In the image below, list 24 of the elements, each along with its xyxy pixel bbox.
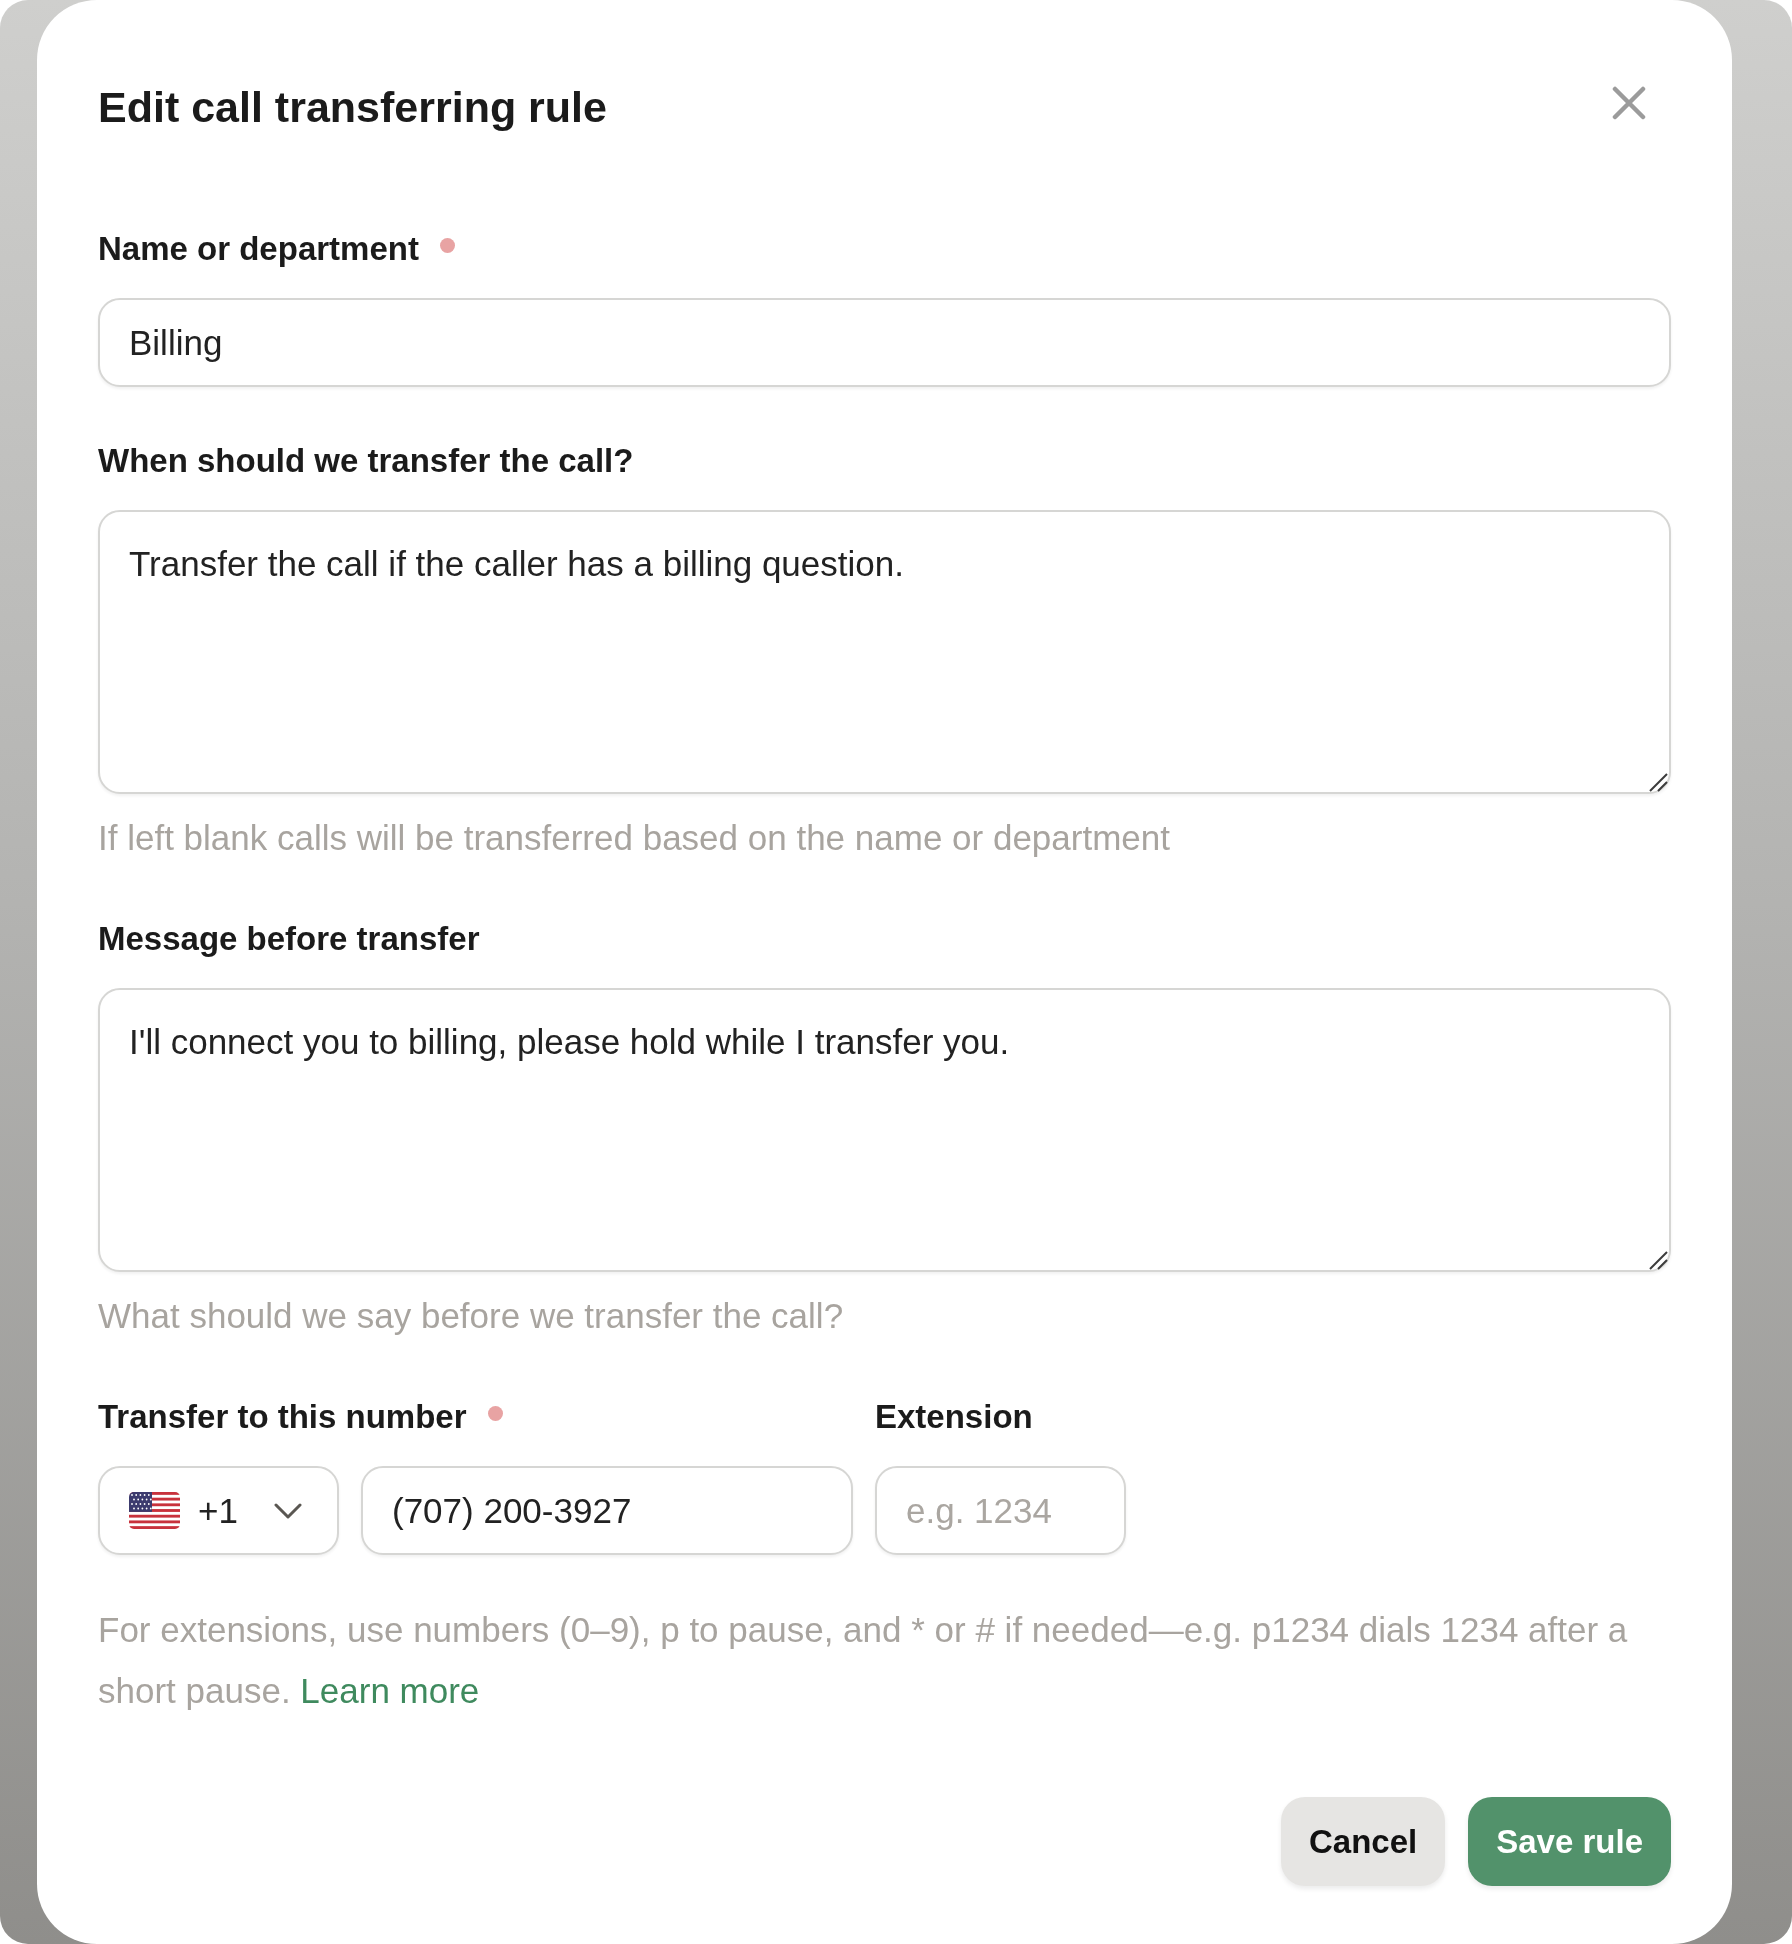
extension-field[interactable]: e.g. 1234 (875, 1466, 1126, 1555)
field-label: Transfer to this number (98, 1397, 467, 1437)
resize-grip-icon[interactable] (1649, 773, 1668, 792)
chevron-down-icon (274, 1501, 302, 1520)
learn-more-link[interactable]: Learn more (300, 1671, 480, 1710)
field-label: Message before transfer (98, 919, 480, 959)
flag-icon (129, 1492, 180, 1529)
text-area-field[interactable]: I'll connect you to billing, please hold while I transfer you. (98, 988, 1671, 1272)
cancel-button[interactable]: Cancel (1281, 1797, 1446, 1886)
country-code-select[interactable]: +1 (98, 1466, 339, 1555)
hint-text: What should we say before we transfer the call? (98, 1296, 845, 1336)
close-icon (1612, 86, 1646, 120)
help-text: For extensions, use numbers (0–9), p to pause, and * or # if needed—e.g. p1234 dials 1234 after a short pause. Learn more (98, 1609, 1629, 1712)
field-label: When should we transfer the call? (98, 441, 634, 481)
hint-text: If left blank calls will be transferred based on the name or department (98, 818, 1171, 858)
save-button[interactable]: Save rule (1468, 1797, 1671, 1886)
phone-number-field[interactable]: (707) 200-3927 (361, 1466, 853, 1555)
close-button[interactable] (1612, 86, 1646, 120)
field-label: Extension (875, 1397, 1033, 1437)
resize-grip-icon[interactable] (1649, 1251, 1668, 1270)
text-field[interactable]: Billing (98, 298, 1671, 387)
text-area-field[interactable]: Transfer the call if the caller has a billing question. (98, 510, 1671, 794)
dialog-title: Edit call transferring rule (98, 82, 607, 132)
field-label: Name or department (98, 229, 419, 269)
